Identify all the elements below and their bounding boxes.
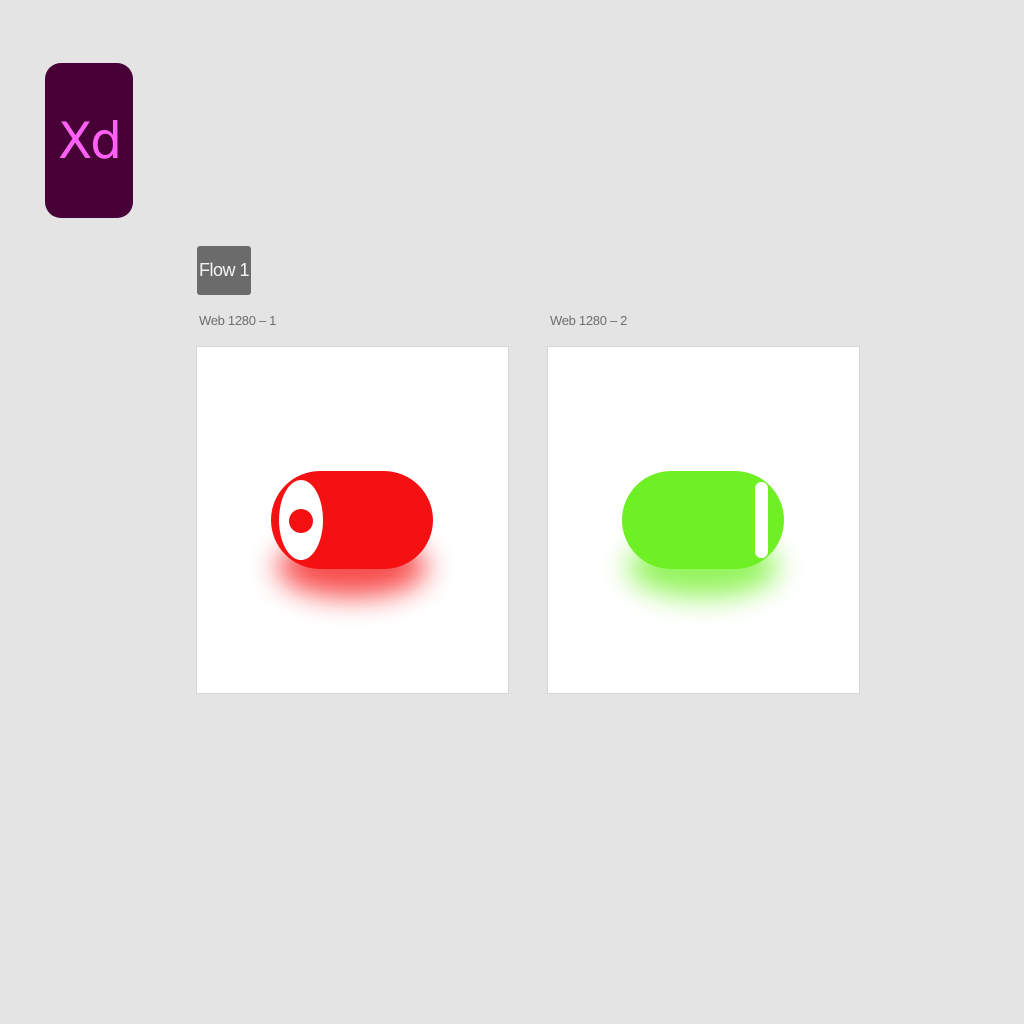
toggle-knob — [279, 480, 323, 560]
flow-start-tag[interactable]: Flow 1 — [197, 246, 251, 295]
bar-knob-icon — [755, 482, 768, 558]
artboard-1[interactable] — [197, 347, 508, 693]
logo-text: Xd — [58, 111, 122, 170]
adobe-xd-logo: Xd — [45, 63, 133, 218]
circle-knob-icon — [289, 509, 313, 533]
artboard-title-2[interactable]: Web 1280 – 2 — [550, 313, 627, 328]
toggle-switch-off[interactable] — [271, 471, 433, 569]
design-canvas[interactable]: Xd Flow 1 Web 1280 – 1 Web 1280 – 2 — [0, 0, 1024, 1024]
artboard-2[interactable] — [548, 347, 859, 693]
artboard-title-1[interactable]: Web 1280 – 1 — [199, 313, 276, 328]
flow-label: Flow 1 — [198, 260, 250, 280]
toggle-switch-on[interactable] — [622, 471, 784, 569]
